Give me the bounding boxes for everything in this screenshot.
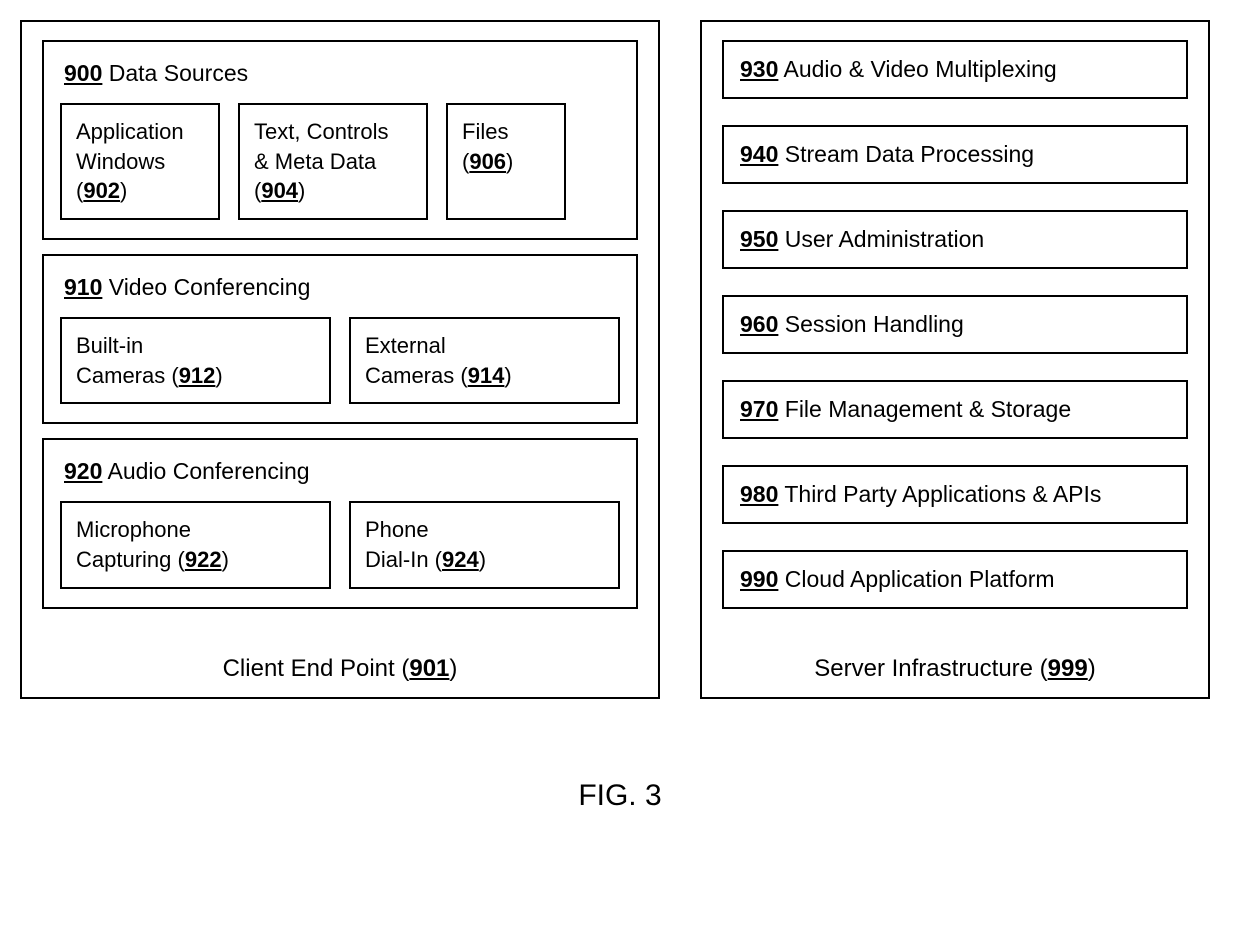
ref-num-960: 960 xyxy=(740,311,778,337)
external-line2: Cameras ( xyxy=(365,363,468,388)
server-item-980-label: Third Party Applications & APIs xyxy=(778,481,1101,507)
server-item-960: 960 Session Handling xyxy=(722,295,1188,354)
server-item-940-label: Stream Data Processing xyxy=(778,141,1034,167)
files-line1: Files xyxy=(462,119,508,144)
ref-num-901: 901 xyxy=(409,655,449,682)
server-item-980: 980 Third Party Applications & APIs xyxy=(722,465,1188,524)
ref-num-902: 902 xyxy=(83,178,120,203)
figure-page: 900 Data Sources Application Windows (90… xyxy=(0,0,1240,952)
server-item-930-label: Audio & Video Multiplexing xyxy=(778,56,1056,82)
ref-num-914: 914 xyxy=(468,363,505,388)
dialin-line2: Dial-In ( xyxy=(365,547,442,572)
client-caption-prefix: Client End Point ( xyxy=(223,655,410,682)
ref-num-900: 900 xyxy=(64,60,102,86)
microphone-box: Microphone Capturing (922) xyxy=(60,501,331,588)
ref-num-970: 970 xyxy=(740,396,778,422)
data-sources-group: 900 Data Sources Application Windows (90… xyxy=(42,40,638,240)
files-box: Files (906) xyxy=(446,103,566,220)
video-row: Built-in Cameras (912) External Cameras … xyxy=(60,317,620,404)
mic-line1: Microphone xyxy=(76,517,191,542)
video-conferencing-group: 910 Video Conferencing Built-in Cameras … xyxy=(42,254,638,424)
external-line1: External xyxy=(365,333,446,358)
data-sources-title: 900 Data Sources xyxy=(64,60,620,87)
builtin-suffix: ) xyxy=(215,363,222,388)
client-endpoint-panel: 900 Data Sources Application Windows (90… xyxy=(20,20,660,699)
application-windows-box: Application Windows (902) xyxy=(60,103,220,220)
audio-conferencing-title-text: Audio Conferencing xyxy=(102,458,309,484)
app-windows-line1: Application xyxy=(76,119,184,144)
text-meta-line2: & Meta Data xyxy=(254,149,376,174)
ref-num-920: 920 xyxy=(64,458,102,484)
builtin-cameras-box: Built-in Cameras (912) xyxy=(60,317,331,404)
external-cameras-box: External Cameras (914) xyxy=(349,317,620,404)
mic-suffix: ) xyxy=(222,547,229,572)
server-caption-suffix: ) xyxy=(1088,655,1096,682)
server-item-940: 940 Stream Data Processing xyxy=(722,125,1188,184)
server-item-950: 950 User Administration xyxy=(722,210,1188,269)
ref-num-910: 910 xyxy=(64,274,102,300)
data-sources-title-text: Data Sources xyxy=(102,60,248,86)
phone-dialin-box: Phone Dial-In (924) xyxy=(349,501,620,588)
text-metadata-box: Text, Controls & Meta Data (904) xyxy=(238,103,428,220)
video-conferencing-title-text: Video Conferencing xyxy=(102,274,310,300)
data-sources-row: Application Windows (902) Text, Controls… xyxy=(60,103,620,220)
dialin-suffix: ) xyxy=(479,547,486,572)
external-suffix: ) xyxy=(504,363,511,388)
ref-num-924: 924 xyxy=(442,547,479,572)
mic-line2: Capturing ( xyxy=(76,547,185,572)
builtin-line1: Built-in xyxy=(76,333,143,358)
server-item-930: 930 Audio & Video Multiplexing xyxy=(722,40,1188,99)
server-panel-caption: Server Infrastructure (999) xyxy=(722,635,1188,683)
ref-num-980: 980 xyxy=(740,481,778,507)
server-item-990: 990 Cloud Application Platform xyxy=(722,550,1188,609)
audio-conferencing-title: 920 Audio Conferencing xyxy=(64,458,620,485)
server-item-990-label: Cloud Application Platform xyxy=(778,566,1054,592)
server-infrastructure-panel: 930 Audio & Video Multiplexing 940 Strea… xyxy=(700,20,1210,699)
server-item-960-label: Session Handling xyxy=(778,311,963,337)
ref-num-950: 950 xyxy=(740,226,778,252)
ref-num-912: 912 xyxy=(179,363,216,388)
two-column-layout: 900 Data Sources Application Windows (90… xyxy=(20,20,1220,699)
ref-num-906: 906 xyxy=(469,149,506,174)
client-panel-caption: Client End Point (901) xyxy=(42,635,638,683)
dialin-line1: Phone xyxy=(365,517,429,542)
audio-conferencing-group: 920 Audio Conferencing Microphone Captur… xyxy=(42,438,638,608)
video-conferencing-title: 910 Video Conferencing xyxy=(64,274,620,301)
server-caption-prefix: Server Infrastructure ( xyxy=(814,655,1047,682)
client-caption-suffix: ) xyxy=(449,655,457,682)
figure-label: FIG. 3 xyxy=(20,779,1220,813)
ref-num-930: 930 xyxy=(740,56,778,82)
audio-row: Microphone Capturing (922) Phone Dial-In… xyxy=(60,501,620,588)
app-windows-line2: Windows xyxy=(76,149,165,174)
server-item-970: 970 File Management & Storage xyxy=(722,380,1188,439)
ref-num-922: 922 xyxy=(185,547,222,572)
text-meta-line1: Text, Controls xyxy=(254,119,389,144)
ref-num-990: 990 xyxy=(740,566,778,592)
server-item-970-label: File Management & Storage xyxy=(778,396,1071,422)
ref-num-940: 940 xyxy=(740,141,778,167)
builtin-line2: Cameras ( xyxy=(76,363,179,388)
server-item-950-label: User Administration xyxy=(778,226,984,252)
ref-num-999: 999 xyxy=(1048,655,1088,682)
ref-num-904: 904 xyxy=(261,178,298,203)
